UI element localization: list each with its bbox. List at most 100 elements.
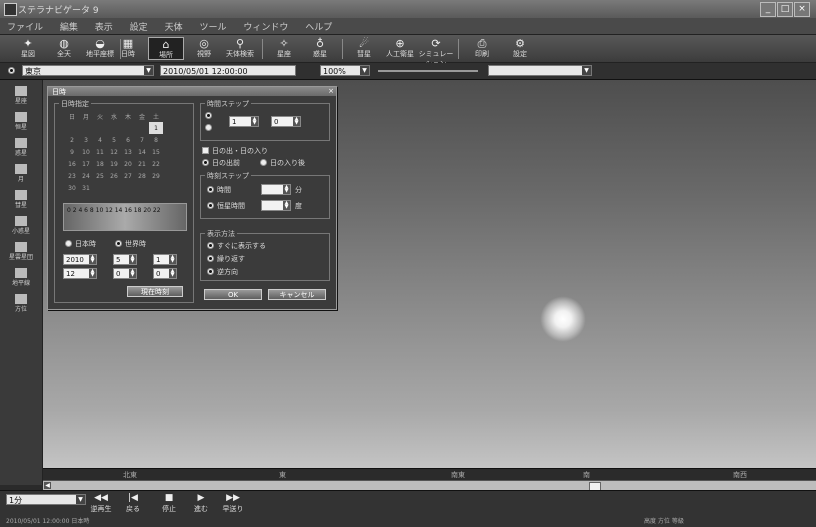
menu-view[interactable]: 表示 xyxy=(88,18,120,33)
sidebar-item-horizon[interactable]: 地平線 xyxy=(5,266,37,290)
calendar-day[interactable]: 15 xyxy=(149,146,163,158)
menu-file[interactable]: ファイル xyxy=(0,18,50,33)
sidebar-item-planets[interactable]: 惑星 xyxy=(5,136,37,160)
toolbar-starmap-button[interactable]: ✦ 星図 xyxy=(10,37,46,60)
display-radio-3[interactable] xyxy=(207,268,214,275)
sidebar-item-nebula[interactable]: 星雲星団 xyxy=(5,240,37,264)
calendar-day[interactable]: 4 xyxy=(93,134,107,146)
calendar-day[interactable]: 9 xyxy=(65,146,79,158)
sunset-radio[interactable] xyxy=(260,159,267,166)
calendar-day[interactable]: 29 xyxy=(149,170,163,182)
calendar-day[interactable]: 7 xyxy=(135,134,149,146)
calendar-day[interactable]: 2 xyxy=(65,134,79,146)
toolbar-constellation-button[interactable]: ✧ 星座 xyxy=(266,37,302,60)
calendar-day[interactable]: 20 xyxy=(121,158,135,170)
sun[interactable] xyxy=(540,296,586,342)
sidebar-item-direction[interactable]: 方位 xyxy=(5,292,37,316)
calendar-day[interactable]: 25 xyxy=(93,170,107,182)
time-step-spin[interactable]: ▲ ▼ xyxy=(261,184,291,195)
time-step-select[interactable]: 1分 ▼ xyxy=(6,494,86,505)
step-value-1[interactable]: 1 ▲ ▼ xyxy=(229,116,259,127)
calendar-day[interactable]: 16 xyxy=(65,158,79,170)
toolbar-datetime-button[interactable]: ▦ 日時 xyxy=(110,37,146,60)
step-radio-2[interactable] xyxy=(205,124,212,131)
calendar-day[interactable]: 31 xyxy=(79,182,93,194)
calendar-day[interactable]: 21 xyxy=(135,158,149,170)
mode-radio[interactable] xyxy=(8,67,15,74)
calendar-day[interactable] xyxy=(121,182,135,194)
calendar-day[interactable]: 8 xyxy=(149,134,163,146)
zoom-slider[interactable] xyxy=(378,70,478,72)
calendar-day[interactable] xyxy=(107,182,121,194)
local-time-radio[interactable] xyxy=(65,240,72,247)
scroll-left-arrow[interactable]: ◀ xyxy=(44,482,51,489)
display-radio-1[interactable] xyxy=(207,242,214,249)
sidebar-item-comets[interactable]: 彗星 xyxy=(5,188,37,212)
dialog-close-icon[interactable]: × xyxy=(328,87,334,95)
calendar-day[interactable]: 18 xyxy=(93,158,107,170)
minimize-button[interactable]: _ xyxy=(760,2,776,17)
calendar-day[interactable]: 24 xyxy=(79,170,93,182)
sidebar-item-asteroids[interactable]: 小惑星 xyxy=(5,214,37,238)
close-button[interactable]: × xyxy=(794,2,810,17)
calendar-day[interactable] xyxy=(135,122,149,134)
calendar-day[interactable] xyxy=(135,182,149,194)
hour-strip[interactable]: 0 2 4 6 8 10 12 14 16 18 20 22 xyxy=(63,203,187,231)
calendar-day[interactable]: 17 xyxy=(79,158,93,170)
calendar-day[interactable]: 27 xyxy=(121,170,135,182)
calendar-day[interactable] xyxy=(93,182,107,194)
zoom-select[interactable]: 100% ▼ xyxy=(320,65,370,76)
time-radio[interactable] xyxy=(207,186,214,193)
toolbar-print-button[interactable]: ⎙ 印刷 xyxy=(464,37,500,60)
minute-spin[interactable]: 0 ▲ ▼ xyxy=(113,268,137,279)
ok-button[interactable]: OK xyxy=(204,289,262,300)
menu-edit[interactable]: 編集 xyxy=(53,18,85,33)
step-value-2[interactable]: 0 ▲ ▼ xyxy=(271,116,301,127)
step-back-button[interactable]: |◀ 戻る xyxy=(120,493,146,515)
month-spin[interactable]: 5 ▲ ▼ xyxy=(113,254,137,265)
menu-settings[interactable]: 設定 xyxy=(123,18,155,33)
toolbar-satellite-button[interactable]: ⊕ 人工衛星 xyxy=(382,37,418,60)
calendar-day[interactable] xyxy=(149,182,163,194)
calendar-day[interactable] xyxy=(79,122,93,134)
toolbar-view-button[interactable]: ◎ 視野 xyxy=(186,37,222,60)
calendar-day[interactable]: 5 xyxy=(107,134,121,146)
calendar-day[interactable]: 13 xyxy=(121,146,135,158)
calendar-day[interactable] xyxy=(107,122,121,134)
calendar-day[interactable]: 26 xyxy=(107,170,121,182)
sunrise-checkbox[interactable] xyxy=(202,147,209,154)
calendar-day[interactable]: 3 xyxy=(79,134,93,146)
menu-help[interactable]: ヘルプ xyxy=(298,18,339,33)
toolbar-simulation-button[interactable]: ⟳シミュレーション xyxy=(418,37,454,68)
toolbar-location-button[interactable]: ⌂ 場所 xyxy=(148,37,184,60)
sidebar-item-constellation[interactable]: 星座 xyxy=(5,84,37,108)
date-field[interactable]: 2010/05/01 12:00:00 xyxy=(160,65,296,76)
sunrise-radio[interactable] xyxy=(202,159,209,166)
cancel-button[interactable]: キャンセル xyxy=(268,289,326,300)
calendar-day[interactable]: 6 xyxy=(121,134,135,146)
object-select[interactable]: ▼ xyxy=(488,65,592,76)
location-select[interactable]: 東京 ▼ xyxy=(22,65,154,76)
calendar-day[interactable]: 22 xyxy=(149,158,163,170)
toolbar-settings-button[interactable]: ⚙ 設定 xyxy=(502,37,538,60)
toolbar-search-button[interactable]: ⚲ 天体検索 xyxy=(222,37,258,60)
calendar-day[interactable]: 1 xyxy=(149,122,163,134)
sidereal-step-spin[interactable]: ▲ ▼ xyxy=(261,200,291,211)
display-radio-2[interactable] xyxy=(207,255,214,262)
sidebar-item-stars[interactable]: 恒星 xyxy=(5,110,37,134)
calendar-day[interactable] xyxy=(121,122,135,134)
toolbar-comet-button[interactable]: ☄ 彗星 xyxy=(346,37,382,60)
hour-spin[interactable]: 12 ▲ ▼ xyxy=(63,268,97,279)
calendar-day[interactable]: 14 xyxy=(135,146,149,158)
calendar-day[interactable]: 11 xyxy=(93,146,107,158)
calendar-day[interactable]: 28 xyxy=(135,170,149,182)
day-spin[interactable]: 1 ▲ ▼ xyxy=(153,254,177,265)
maximize-button[interactable]: □ xyxy=(777,2,793,17)
sidereal-radio[interactable] xyxy=(207,202,214,209)
menu-tools[interactable]: ツール xyxy=(192,18,233,33)
stop-button[interactable]: ■ 停止 xyxy=(156,493,182,515)
universal-time-radio[interactable] xyxy=(115,240,122,247)
step-radio-1[interactable] xyxy=(205,112,212,119)
calendar-day[interactable]: 23 xyxy=(65,170,79,182)
calendar-day[interactable]: 10 xyxy=(79,146,93,158)
